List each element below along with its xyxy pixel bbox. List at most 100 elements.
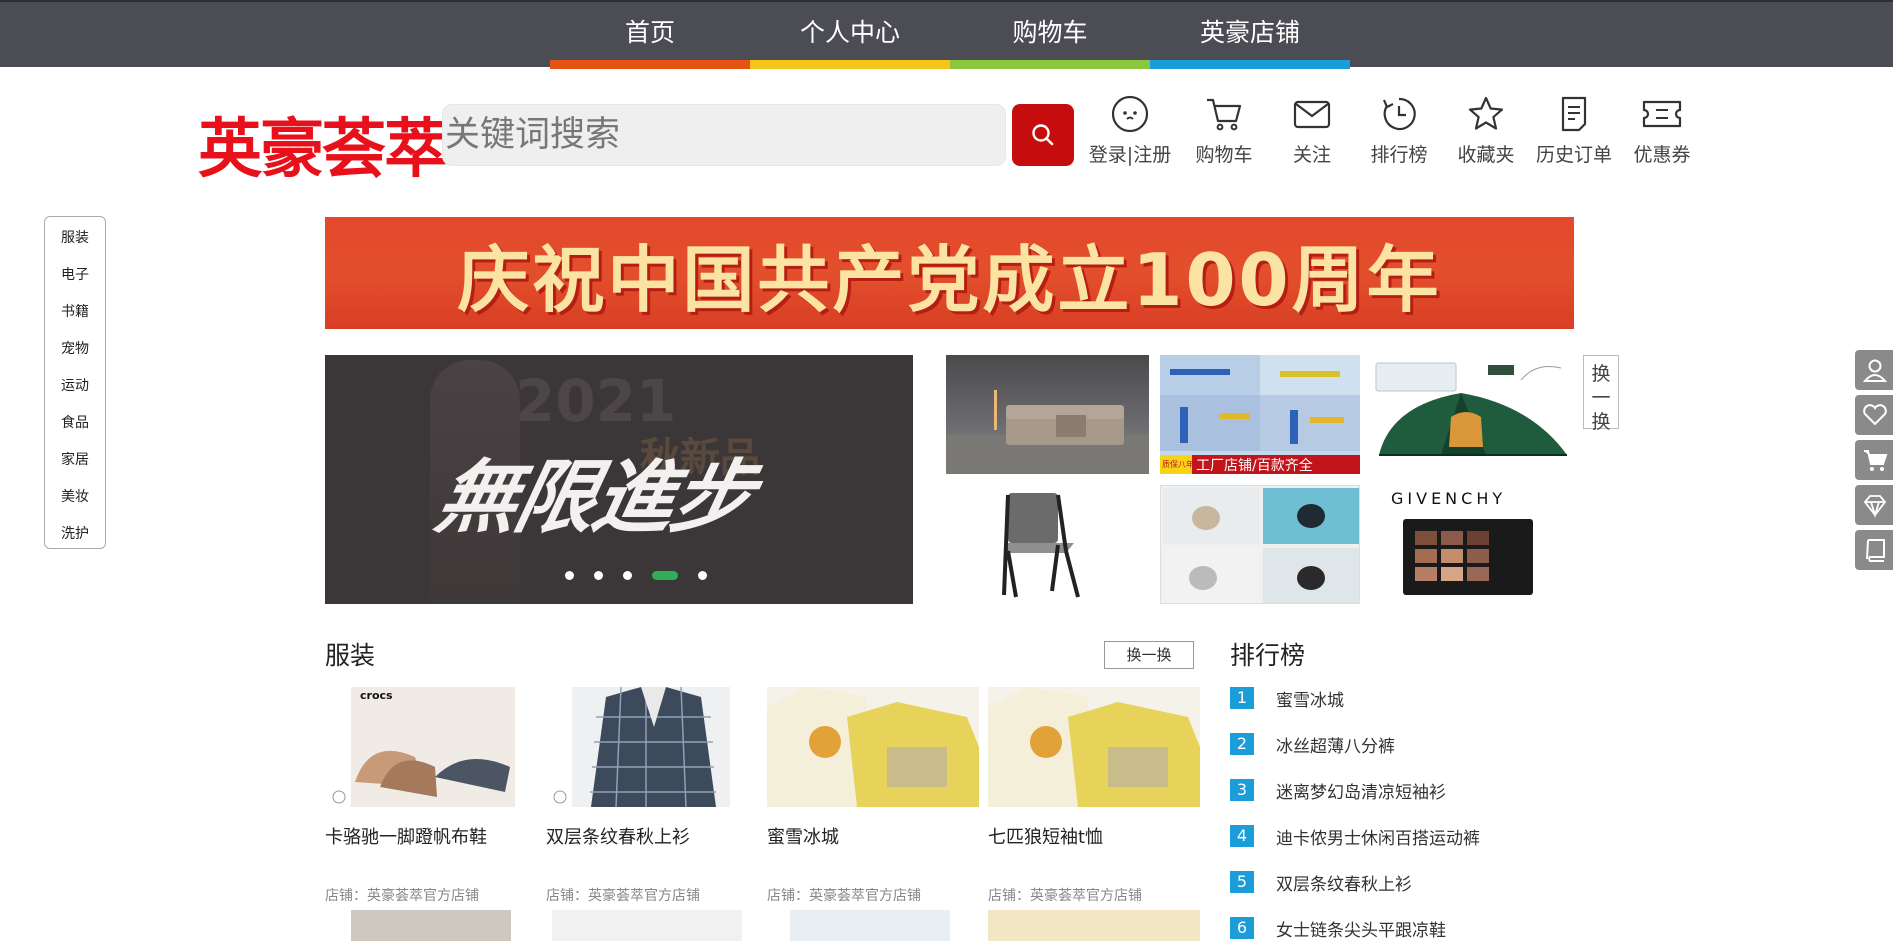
thumb-chair[interactable] xyxy=(946,485,1149,604)
product-shop: 店铺：英豪荟萃官方店铺 xyxy=(325,888,479,904)
nav-store-label: 英豪店铺 xyxy=(1199,18,1300,47)
ranking-item[interactable]: 5 双层条纹春秋上衫 xyxy=(1230,870,1412,895)
carousel-dot[interactable] xyxy=(623,570,632,580)
heart-icon xyxy=(1863,404,1887,426)
nav-home[interactable]: 首页 xyxy=(550,2,750,69)
swap-thumbs-label: 换一换 xyxy=(1591,363,1611,433)
search-button[interactable] xyxy=(1012,104,1074,166)
ranking-item[interactable]: 2 冰丝超薄八分裤 xyxy=(1230,732,1395,757)
carousel-slogan: 無限進步 xyxy=(428,451,761,544)
rank-number: 1 xyxy=(1230,687,1254,709)
login-register-button[interactable]: 登录|注册 xyxy=(1087,94,1173,167)
side-user-button[interactable] xyxy=(1855,350,1893,390)
ranking-item[interactable]: 3 迷离梦幻岛清凉短袖衫 xyxy=(1230,778,1446,803)
category-beauty[interactable]: 美妆 xyxy=(45,479,105,516)
rank-number: 4 xyxy=(1230,825,1254,847)
nav-personal-center[interactable]: 个人中心 xyxy=(750,2,950,69)
category-care[interactable]: 洗护 xyxy=(45,516,105,553)
side-vip-button[interactable] xyxy=(1855,485,1893,525)
rank-number: 2 xyxy=(1230,733,1254,755)
side-favorite-button[interactable] xyxy=(1855,395,1893,435)
search-input[interactable] xyxy=(442,104,1006,166)
product-shop: 店铺：英豪荟萃官方店铺 xyxy=(546,888,700,904)
ranking-item[interactable]: 4 迪卡侬男士休闲百搭运动裤 xyxy=(1230,824,1480,849)
product-image-partial[interactable] xyxy=(552,910,742,941)
carousel-dot[interactable] xyxy=(594,570,603,580)
product-shop: 店铺：英豪荟萃官方店铺 xyxy=(988,888,1142,904)
cart-filled-icon xyxy=(1864,450,1888,471)
ranking-item[interactable]: 1 蜜雪冰城 xyxy=(1230,686,1344,711)
carousel-dot-active[interactable] xyxy=(652,570,678,580)
nav-cart[interactable]: 购物车 xyxy=(950,2,1150,69)
category-clothing[interactable]: 服装 xyxy=(45,220,105,257)
carousel-dot[interactable] xyxy=(565,570,574,580)
header-cart-label: 购物车 xyxy=(1195,144,1253,166)
favorites-label: 收藏夹 xyxy=(1457,144,1515,166)
nav-home-underline xyxy=(550,60,750,69)
nav-store-underline xyxy=(1150,60,1350,69)
thumb-sofa[interactable] xyxy=(946,355,1149,474)
product-card[interactable]: 双层条纹春秋上衫 店铺：英豪荟萃官方店铺 xyxy=(546,687,758,904)
category-pets[interactable]: 宠物 xyxy=(45,331,105,368)
product-card[interactable]: crocs 卡骆驰一脚蹬帆布鞋 店铺：英豪荟萃官方店铺 xyxy=(325,687,537,904)
ranking-section-title: 排行榜 xyxy=(1230,641,1306,670)
ranking-button[interactable]: 排行榜 xyxy=(1356,94,1442,167)
top-nav: 首页 个人中心 购物车 英豪店铺 xyxy=(0,0,1893,69)
nav-cart-underline xyxy=(950,60,1150,69)
category-books[interactable]: 书籍 xyxy=(45,294,105,331)
thumb-tent[interactable] xyxy=(1371,355,1574,474)
product-image-shirt xyxy=(546,687,758,807)
site-logo[interactable]: 英豪荟萃 xyxy=(198,98,448,190)
swap-thumbs-button[interactable]: 换一换 xyxy=(1583,355,1619,433)
banner-text: 庆祝中国共产党成立100周年 xyxy=(457,237,1442,322)
side-cart-button[interactable] xyxy=(1855,440,1893,480)
thumb-factory-text: 工厂店铺/百款齐全 xyxy=(1196,457,1313,474)
ranking-item[interactable]: 6 女士链条尖头平跟凉鞋 xyxy=(1230,916,1446,941)
product-image-partial[interactable] xyxy=(351,910,511,941)
product-image-partial[interactable] xyxy=(988,910,1200,941)
product-card[interactable]: 蜜雪冰城 店铺：英豪荟萃官方店铺 xyxy=(767,687,979,904)
order-icon xyxy=(1561,96,1587,132)
search-icon xyxy=(1032,124,1054,146)
category-food[interactable]: 食品 xyxy=(45,405,105,442)
rank-number: 5 xyxy=(1230,871,1254,893)
follow-button[interactable]: 关注 xyxy=(1269,94,1355,167)
thumb-pets[interactable] xyxy=(1160,485,1360,604)
category-electronics[interactable]: 电子 xyxy=(45,257,105,294)
product-name[interactable]: 卡骆驰一脚蹬帆布鞋 xyxy=(325,823,487,849)
product-image-polo xyxy=(988,687,1200,807)
thumb-givenchy[interactable]: GIVENCHY xyxy=(1371,485,1574,604)
product-image-partial[interactable] xyxy=(790,910,950,941)
sofa-image xyxy=(946,390,1149,474)
rank-name: 蜜雪冰城 xyxy=(1276,690,1344,711)
hero-carousel[interactable]: 2021 秋新品 無限進步 xyxy=(325,355,913,604)
pets-image xyxy=(1163,488,1359,603)
thumb-fitness[interactable]: 工厂店铺/百款齐全 质保八年 xyxy=(1160,355,1360,474)
category-home[interactable]: 家居 xyxy=(45,442,105,479)
coupon-button[interactable]: 优惠券 xyxy=(1619,94,1705,167)
order-history-label: 历史订单 xyxy=(1535,144,1612,166)
product-image-crocs: crocs xyxy=(325,687,537,807)
tent-image xyxy=(1375,362,1567,456)
header-cart-button[interactable]: 购物车 xyxy=(1181,94,1267,167)
carousel-dot[interactable] xyxy=(698,570,707,580)
promo-banner[interactable]: 庆祝中国共产党成立100周年 xyxy=(325,217,1574,329)
product-name[interactable]: 七匹狼短袖t恤 xyxy=(988,823,1103,849)
nav-cart-label: 购物车 xyxy=(1012,18,1088,47)
category-sports[interactable]: 运动 xyxy=(45,368,105,405)
product-card[interactable]: 七匹狼短袖t恤 店铺：英豪荟萃官方店铺 xyxy=(988,687,1200,904)
favorites-button[interactable]: 收藏夹 xyxy=(1443,94,1529,167)
book-icon xyxy=(1866,539,1885,562)
mail-icon xyxy=(1293,100,1331,129)
follow-label: 关注 xyxy=(1292,144,1331,166)
side-book-button[interactable] xyxy=(1855,530,1893,570)
givenchy-image: GIVENCHY xyxy=(1391,489,1533,595)
product-name[interactable]: 双层条纹春秋上衫 xyxy=(546,823,690,849)
clothing-swap-button[interactable]: 换一换 xyxy=(1104,641,1194,669)
order-history-button[interactable]: 历史订单 xyxy=(1531,94,1617,167)
product-image-tshirt xyxy=(767,687,979,807)
rank-name: 女士链条尖头平跟凉鞋 xyxy=(1276,920,1446,941)
ticket-icon xyxy=(1642,100,1682,128)
product-name[interactable]: 蜜雪冰城 xyxy=(767,823,839,849)
nav-store[interactable]: 英豪店铺 xyxy=(1150,2,1350,69)
